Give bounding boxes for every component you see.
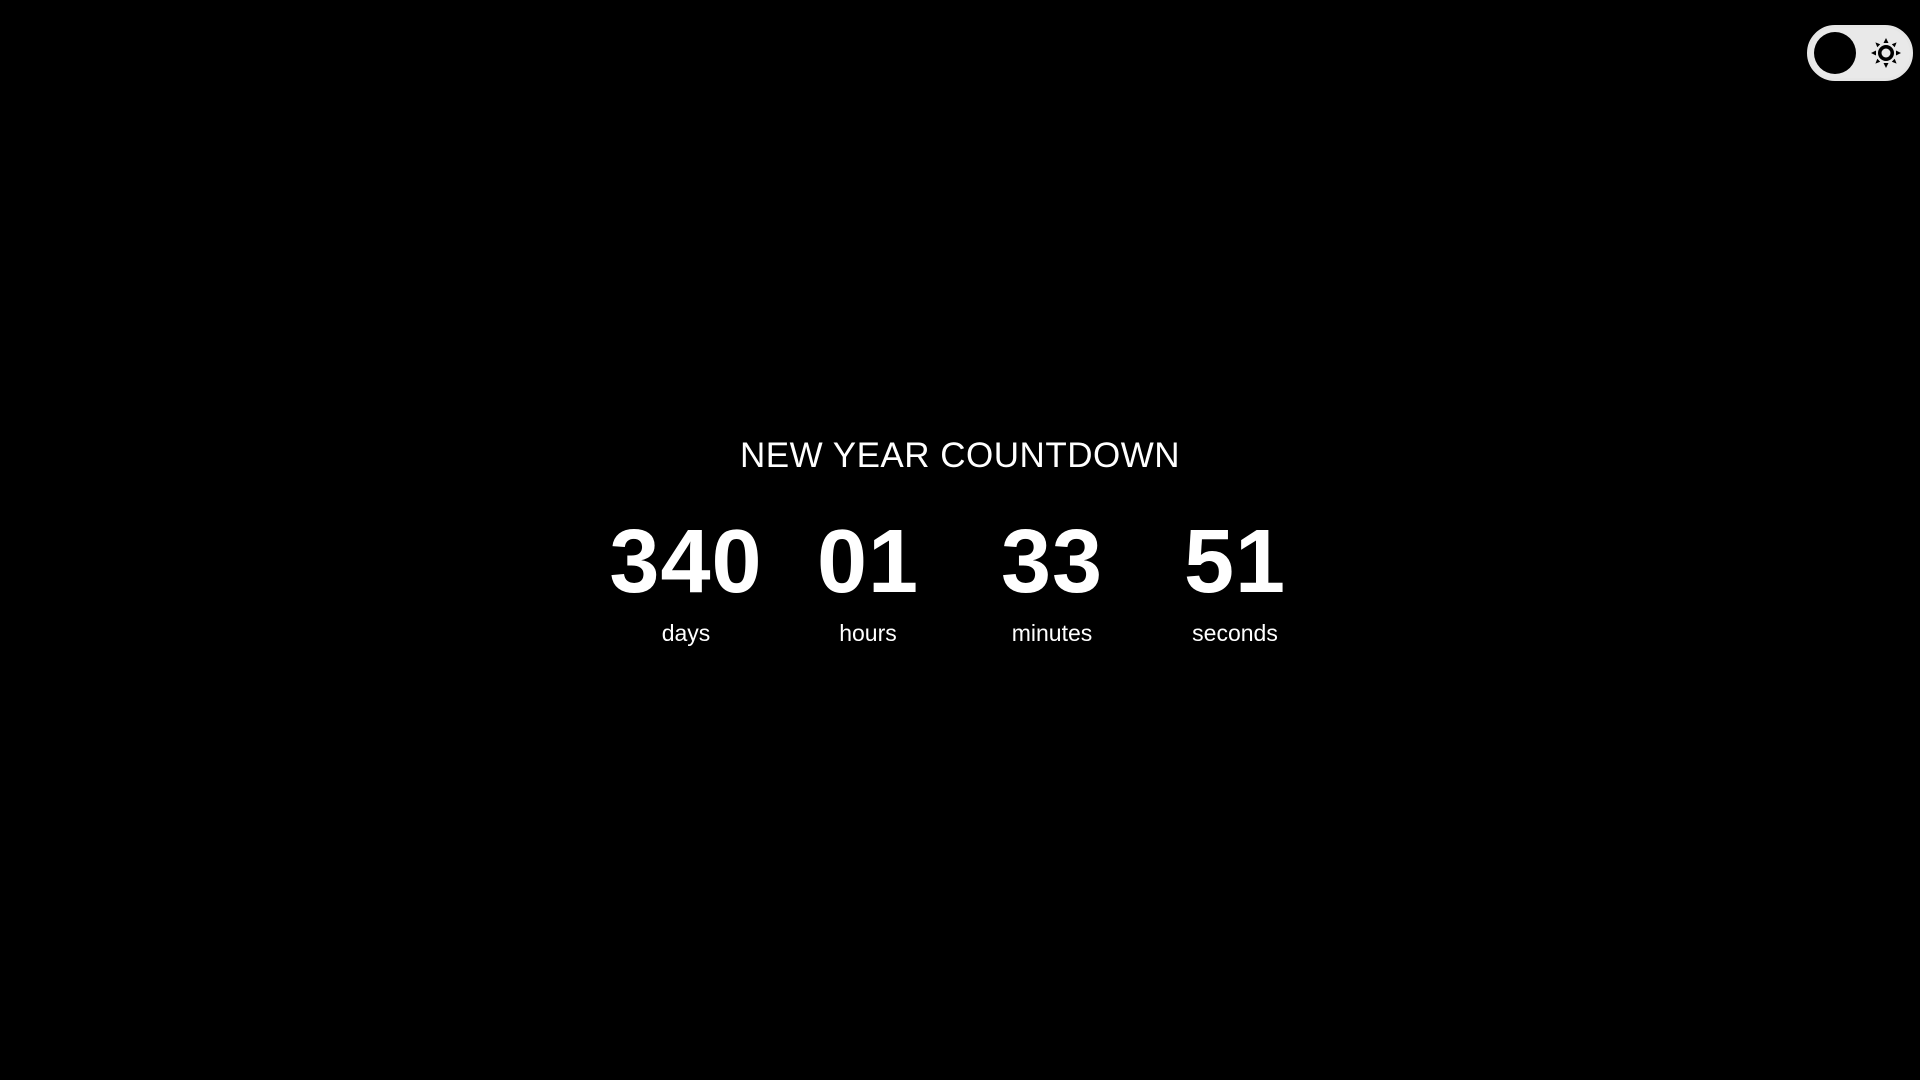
seconds-label: seconds: [1192, 620, 1278, 646]
hours-label: hours: [839, 620, 897, 646]
countdown-hours: 01 hours: [768, 512, 968, 646]
countdown: NEW YEAR COUNTDOWN 340 days 01 hours 33 …: [0, 0, 1920, 1080]
countdown-title: NEW YEAR COUNTDOWN: [739, 436, 1181, 475]
days-label: days: [661, 620, 711, 646]
minutes-label: minutes: [1011, 620, 1093, 646]
page: NEW YEAR COUNTDOWN 340 days 01 hours 33 …: [0, 0, 1920, 1080]
countdown-seconds: 51 seconds: [1135, 512, 1335, 646]
hours-value: 01: [816, 512, 920, 612]
days-value: 340: [609, 512, 763, 612]
seconds-value: 51: [1183, 512, 1287, 612]
countdown-days: 340 days: [586, 512, 786, 646]
minutes-value: 33: [1000, 512, 1104, 612]
countdown-minutes: 33 minutes: [952, 512, 1152, 646]
